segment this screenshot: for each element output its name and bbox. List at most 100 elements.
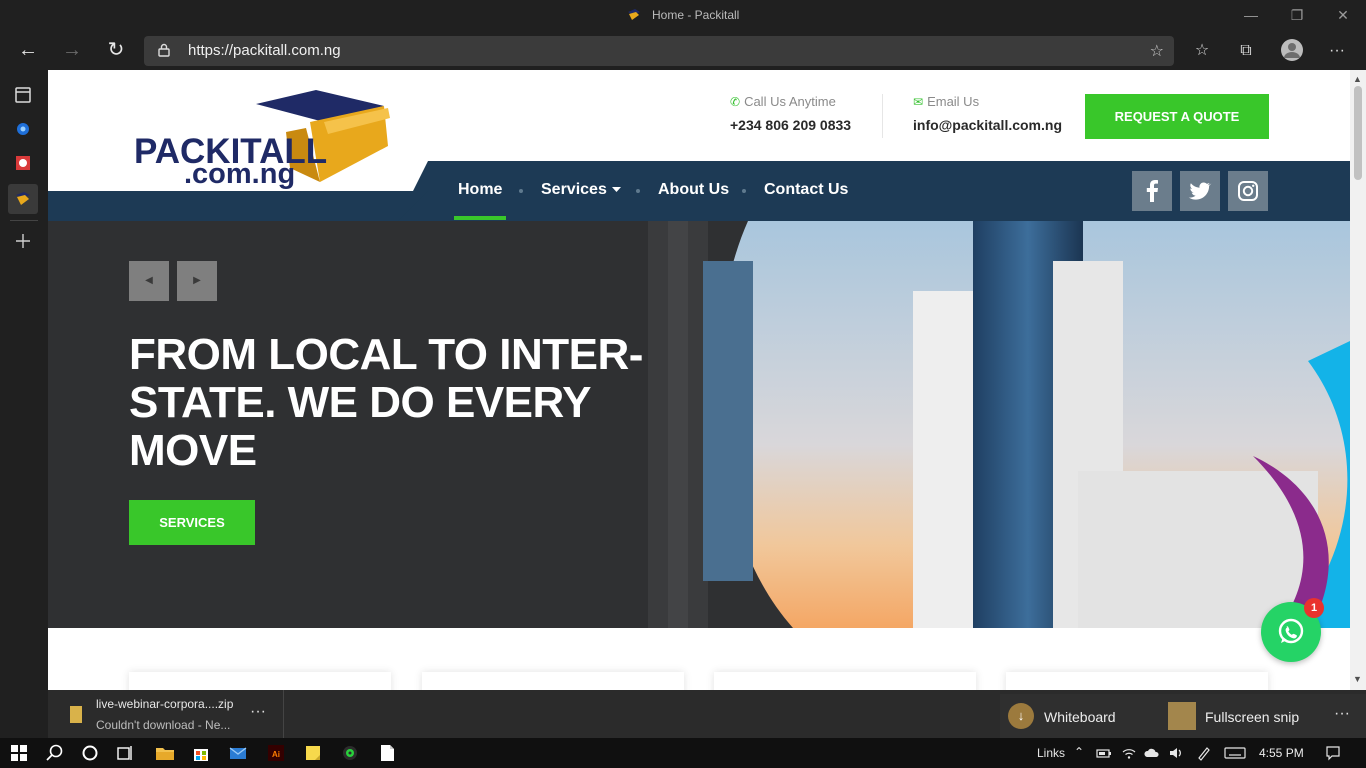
service-card[interactable] — [1006, 672, 1268, 690]
download-item[interactable]: live-webinar-corpora....zip Couldn't dow… — [48, 690, 284, 738]
mail-app-icon[interactable] — [227, 742, 249, 764]
links-toolbar[interactable]: Links — [1037, 746, 1065, 760]
tab-favicon-icon[interactable] — [12, 118, 34, 140]
wifi-icon[interactable] — [1121, 745, 1137, 761]
new-tab-icon[interactable] — [12, 230, 34, 252]
nav-services[interactable]: Services — [541, 181, 607, 199]
nav-contact[interactable]: Contact Us — [764, 181, 848, 199]
minimize-button[interactable]: — — [1228, 4, 1274, 28]
tab-favicon-icon[interactable] — [12, 152, 34, 174]
file-explorer-icon[interactable] — [154, 742, 176, 764]
email-label-row: ✉ Email Us — [913, 94, 1062, 109]
fullscreen-snip-label[interactable]: Fullscreen snip — [1205, 709, 1299, 725]
url-text[interactable]: https://packitall.com.ng — [188, 42, 341, 59]
services-section — [48, 628, 1350, 690]
back-button[interactable]: ← — [12, 36, 44, 66]
onedrive-icon[interactable] — [1144, 745, 1160, 761]
scrollbar-thumb[interactable] — [1354, 86, 1362, 180]
active-nav-indicator — [454, 216, 506, 220]
site-favicon-icon — [16, 192, 30, 205]
forward-button[interactable]: → — [56, 36, 88, 66]
facebook-icon — [1146, 180, 1158, 202]
browser-toolbar: ← → ↻ https://packitall.com.ng ☆ ☆ ⧉ ··· — [0, 32, 1366, 70]
active-tab[interactable] — [8, 184, 38, 214]
restore-button[interactable]: ❐ — [1274, 4, 1320, 28]
chevron-up-icon[interactable]: ⌃ — [1071, 745, 1087, 761]
whatsapp-icon — [1278, 618, 1304, 644]
store-icon[interactable] — [190, 742, 212, 764]
close-button[interactable]: ✕ — [1320, 4, 1366, 28]
snip-thumbnail-icon[interactable] — [1168, 702, 1196, 730]
keyboard-icon[interactable] — [1224, 745, 1246, 761]
pen-workspace-icon[interactable] — [1196, 745, 1212, 761]
email-contact: ✉ Email Us info@packitall.com.ng — [913, 94, 1062, 133]
windows-start-icon[interactable] — [8, 742, 30, 764]
add-favorite-icon[interactable]: ☆ — [1150, 41, 1164, 61]
download-more-button[interactable]: ··· — [250, 703, 266, 721]
volume-icon[interactable] — [1168, 745, 1184, 761]
facebook-button[interactable] — [1132, 171, 1172, 211]
task-view-icon[interactable] — [114, 742, 136, 764]
window-title: Home - Packitall — [651, 8, 740, 22]
twitter-button[interactable] — [1180, 171, 1220, 211]
email-label: Email Us — [927, 94, 980, 109]
illustrator-icon[interactable]: Ai — [265, 742, 287, 764]
lock-icon — [158, 43, 170, 57]
mail-icon: ✉ — [913, 95, 924, 109]
phone-number[interactable]: +234 806 209 0833 — [730, 117, 851, 133]
hero-slider: ◀ ▶ FROM LOCAL TO INTER-STATE. WE DO EVE… — [48, 221, 1350, 628]
slider-prev-button[interactable]: ◀ — [129, 261, 169, 301]
nav-home[interactable]: Home — [458, 181, 502, 199]
site-favicon-icon — [627, 9, 640, 20]
scroll-up-icon[interactable]: ▲ — [1353, 74, 1362, 84]
zip-file-icon — [70, 706, 82, 723]
page-scrollbar[interactable]: ▲ ▼ — [1350, 70, 1366, 690]
download-arrow-icon[interactable]: ↓ — [1008, 703, 1034, 729]
whiteboard-label[interactable]: Whiteboard — [1044, 709, 1116, 725]
document-icon[interactable] — [376, 742, 398, 764]
instagram-icon — [1238, 181, 1258, 201]
search-icon[interactable] — [44, 742, 66, 764]
notification-center-icon[interactable] — [1325, 745, 1341, 761]
slider-next-button[interactable]: ▶ — [177, 261, 217, 301]
overlay-more-button[interactable]: ··· — [1334, 705, 1350, 723]
phone-contact: ✆ Call Us Anytime +234 806 209 0833 — [730, 94, 851, 133]
system-clock[interactable]: 4:55 PM — [1259, 746, 1304, 760]
service-card[interactable] — [714, 672, 976, 690]
download-filename[interactable]: live-webinar-corpora....zip — [96, 697, 233, 711]
battery-icon[interactable] — [1096, 745, 1112, 761]
nav-separator — [636, 189, 640, 193]
tab-actions-icon[interactable] — [12, 84, 34, 106]
settings-menu-icon[interactable]: ··· — [1326, 40, 1348, 62]
service-card[interactable] — [129, 672, 391, 690]
phone-icon: ✆ — [730, 95, 741, 109]
refresh-button[interactable]: ↻ — [100, 36, 132, 66]
svg-text:Ai: Ai — [272, 750, 280, 759]
sticky-notes-icon[interactable] — [302, 742, 324, 764]
favorites-icon[interactable]: ☆ — [1191, 40, 1213, 62]
email-address[interactable]: info@packitall.com.ng — [913, 117, 1062, 133]
download-status: Couldn't download - Ne... — [96, 718, 231, 732]
address-bar[interactable]: https://packitall.com.ng ☆ — [144, 36, 1174, 66]
collections-icon[interactable]: ⧉ — [1235, 40, 1257, 62]
profile-avatar-icon[interactable] — [1280, 38, 1304, 62]
whatsapp-notification-badge: 1 — [1304, 598, 1324, 618]
chevron-down-icon[interactable] — [612, 187, 621, 193]
tracker-app-icon[interactable] — [339, 742, 361, 764]
vertical-tab-strip — [0, 70, 48, 690]
service-card[interactable] — [422, 672, 684, 690]
nav-about[interactable]: About Us — [658, 181, 729, 199]
hero-heading: FROM LOCAL TO INTER-STATE. WE DO EVERY M… — [129, 330, 643, 475]
phone-label: Call Us Anytime — [744, 94, 836, 109]
web-page: PACKITALL .com.ng ✆ Call Us Anytime +234 … — [48, 70, 1350, 690]
hero-services-button[interactable]: SERVICES — [129, 500, 255, 545]
instagram-button[interactable] — [1228, 171, 1268, 211]
shortcut-overlay: ↓ Whiteboard Fullscreen snip ··· — [1000, 694, 1366, 738]
scroll-down-icon[interactable]: ▼ — [1353, 674, 1362, 684]
cortana-icon[interactable] — [79, 742, 101, 764]
request-quote-button[interactable]: REQUEST A QUOTE — [1085, 94, 1269, 139]
phone-label-row: ✆ Call Us Anytime — [730, 94, 851, 109]
nav-separator — [742, 189, 746, 193]
windows-taskbar: Ai Links ⌃ 4:55 PM — [0, 738, 1366, 768]
window-title-container: Home - Packitall — [0, 8, 1366, 22]
